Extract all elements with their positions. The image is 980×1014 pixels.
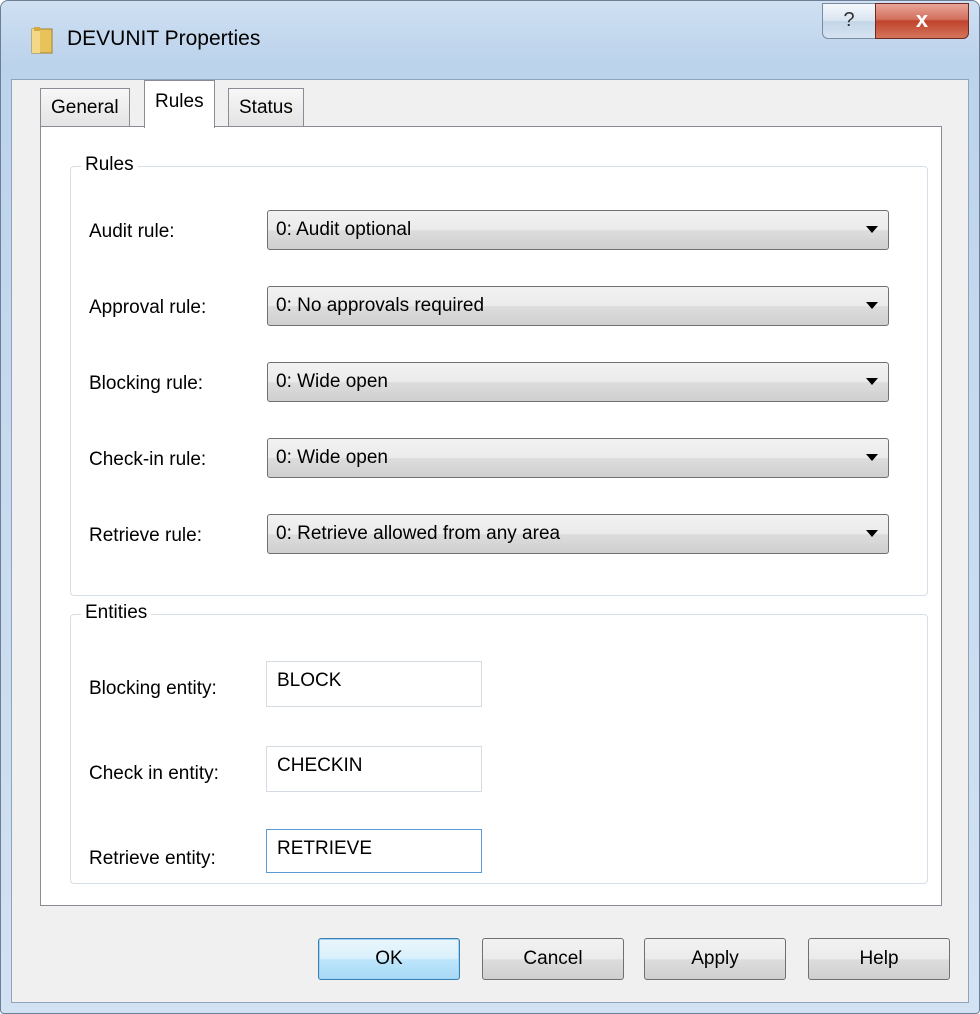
close-button[interactable]: x — [875, 3, 969, 39]
retrieve-rule-dropdown[interactable]: 0: Retrieve allowed from any area — [267, 514, 889, 554]
chevron-down-icon — [866, 226, 878, 233]
check-in-rule-label: Check-in rule: — [89, 449, 207, 470]
blocking-entity-label: Blocking entity: — [89, 678, 217, 699]
audit-rule-label: Audit rule: — [89, 221, 175, 242]
retrieve-rule-label: Retrieve rule: — [89, 525, 202, 546]
tab-general[interactable]: General — [40, 88, 130, 128]
check-in-rule-value: 0: Wide open — [276, 447, 388, 468]
approval-rule-value: 0: No approvals required — [276, 295, 485, 316]
approval-rule-dropdown[interactable]: 0: No approvals required — [267, 286, 889, 326]
ok-button[interactable]: OK — [318, 938, 460, 980]
retrieve-entity-field[interactable]: RETRIEVE — [266, 829, 482, 873]
blocking-rule-dropdown[interactable]: 0: Wide open — [267, 362, 889, 402]
chevron-down-icon — [866, 378, 878, 385]
help-button[interactable]: Help — [808, 938, 950, 980]
check-in-entity-label: Check in entity: — [89, 763, 219, 784]
check-in-entity-field[interactable]: CHECKIN — [266, 746, 482, 792]
tab-label: Rules — [155, 91, 204, 112]
blocking-rule-value: 0: Wide open — [276, 371, 388, 392]
help-titlebar-button[interactable]: ? — [822, 3, 876, 39]
properties-dialog: DEVUNIT Properties ? x General Rules Sta… — [0, 0, 980, 1014]
blocking-entity-field[interactable]: BLOCK — [266, 661, 482, 707]
chevron-down-icon — [866, 454, 878, 461]
check-in-rule-dropdown[interactable]: 0: Wide open — [267, 438, 889, 478]
retrieve-rule-value: 0: Retrieve allowed from any area — [276, 523, 561, 544]
blocking-rule-label: Blocking rule: — [89, 373, 204, 394]
audit-rule-dropdown[interactable]: 0: Audit optional — [267, 210, 889, 250]
rules-tab-panel: Rules Audit rule: 0: Audit optional Appr… — [40, 126, 942, 906]
title-bar[interactable]: DEVUNIT Properties ? x — [1, 1, 979, 79]
tab-label: General — [51, 97, 119, 118]
question-mark-icon: ? — [843, 9, 855, 31]
chevron-down-icon — [866, 530, 878, 537]
entities-group-caption: Entities — [81, 602, 152, 624]
rules-group-caption: Rules — [81, 154, 138, 176]
window-title: DEVUNIT Properties — [67, 27, 261, 50]
tab-status[interactable]: Status — [228, 88, 304, 128]
rules-groupbox: Rules Audit rule: 0: Audit optional Appr… — [70, 154, 928, 596]
tab-rules[interactable]: Rules — [144, 80, 215, 128]
approval-rule-label: Approval rule: — [89, 297, 207, 318]
dialog-client-area: General Rules Status Rules Audit rule: 0… — [11, 79, 969, 1003]
entities-groupbox: Entities Blocking entity: BLOCK Check in… — [70, 602, 928, 884]
audit-rule-value: 0: Audit optional — [276, 219, 412, 240]
close-icon: x — [915, 7, 929, 32]
retrieve-entity-label: Retrieve entity: — [89, 848, 216, 869]
apply-button[interactable]: Apply — [644, 938, 786, 980]
chevron-down-icon — [866, 302, 878, 309]
tab-label: Status — [239, 97, 293, 118]
cancel-button[interactable]: Cancel — [482, 938, 624, 980]
folder-icon — [31, 27, 53, 54]
